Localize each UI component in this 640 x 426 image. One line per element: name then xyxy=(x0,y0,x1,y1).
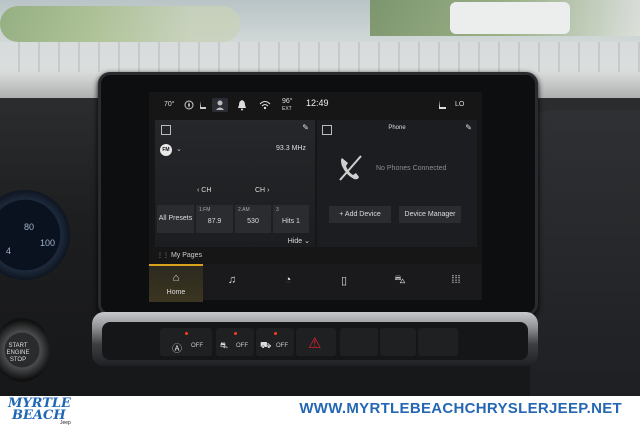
phone-title: Phone xyxy=(388,125,406,131)
preset-value: 87.9 xyxy=(207,218,222,225)
dealer-logo: MYRTLE BEACH Jeep xyxy=(6,396,74,426)
engine-start-label: START ENGINE STOP xyxy=(6,343,30,363)
preset-button[interactable]: 3 Hits 1 xyxy=(273,205,309,233)
seat-level: LO xyxy=(455,101,465,108)
home-icon: ⌂ xyxy=(172,272,180,284)
hazard-button[interactable]: ⚠ xyxy=(296,328,336,356)
chevron-right-icon: › xyxy=(267,187,270,194)
cluster-label: 4 xyxy=(6,246,12,256)
trees-background xyxy=(0,6,240,42)
channel-next-label: CH xyxy=(255,187,266,194)
traction-control-button[interactable]: ⛟ OFF xyxy=(256,328,294,356)
indicator-light xyxy=(234,332,237,335)
hide-button[interactable]: Hide ⌄ xyxy=(288,237,310,245)
button-state: OFF xyxy=(276,343,288,349)
pages-icon: ⋮⋮ xyxy=(157,253,169,259)
music-note-icon: ♫ xyxy=(227,274,237,286)
inside-temp-label: EXT xyxy=(282,106,292,112)
nav-vehicle[interactable]: ◔ xyxy=(261,264,315,300)
control-button[interactable] xyxy=(418,328,458,356)
add-device-button[interactable]: + Add Device xyxy=(329,206,391,223)
expand-icon[interactable] xyxy=(161,125,171,135)
button-state: OFF xyxy=(236,343,248,349)
hazard-icon: ⚠ xyxy=(308,335,322,352)
phone-widget[interactable]: Phone ✎ No Phones Connected + Add Device… xyxy=(317,120,477,247)
hill-descent-button[interactable]: ⛐ OFF xyxy=(216,328,254,356)
logo-brand: Jeep xyxy=(60,420,71,426)
preset-button[interactable]: 2.AM 530 xyxy=(235,205,271,233)
cluster-label: 80 xyxy=(24,222,35,232)
phone-disconnected-icon xyxy=(337,154,363,187)
control-button[interactable] xyxy=(380,328,416,356)
nav-controls[interactable]: ⛍ xyxy=(373,264,427,300)
gauge-icon: ◔ xyxy=(284,274,292,286)
control-button[interactable] xyxy=(340,328,378,356)
all-presets-button[interactable]: All Presets xyxy=(157,205,194,233)
status-bar: 70° 96° EXT 12:49 LO xyxy=(149,92,482,118)
hill-descent-icon: ⛐ xyxy=(220,340,228,350)
channel-prev-button[interactable]: ‹ CH xyxy=(197,187,211,194)
hide-label: Hide xyxy=(287,238,303,245)
nav-phone[interactable]: ▯ xyxy=(317,264,371,300)
dashboard-right-panel xyxy=(530,110,640,400)
cluster-label: 100 xyxy=(40,238,56,248)
clock: 12:49 xyxy=(306,98,329,108)
channel-prev-label: CH xyxy=(201,187,212,194)
infotainment-screen: 70° 96° EXT 12:49 LO ✎ FM ⌄ 93.3 MHz ‹ C… xyxy=(149,92,483,302)
seat-heat-icon xyxy=(197,99,209,111)
pencil-icon[interactable]: ✎ xyxy=(465,123,472,132)
nav-home[interactable]: ⌂ Home xyxy=(149,264,203,302)
nav-home-label: Home xyxy=(166,289,186,296)
seat-icon[interactable] xyxy=(436,99,448,111)
chevron-down-icon: ⌄ xyxy=(304,238,310,245)
my-pages-label: My Pages xyxy=(170,252,203,259)
driver-profile-icon[interactable] xyxy=(212,98,228,112)
bell-icon[interactable] xyxy=(236,99,248,111)
apps-grid-icon: ⁞⁞⁞ xyxy=(451,274,461,286)
fence-background xyxy=(0,42,640,72)
button-state: OFF xyxy=(191,343,203,349)
compass-icon xyxy=(183,99,195,111)
preset-button[interactable]: 1.FM 87.9 xyxy=(196,205,233,233)
my-pages-button[interactable]: ⋮⋮ My Pages xyxy=(157,252,202,259)
auto-stop-button[interactable]: Ⓐ OFF xyxy=(160,328,212,356)
device-manager-button[interactable]: Device Manager xyxy=(399,206,461,223)
nav-media[interactable]: ♫ xyxy=(205,264,259,300)
all-presets-label: All Presets xyxy=(158,215,193,222)
bottom-nav: ⌂ Home ♫ ◔ ▯ ⛍ ⁞⁞⁞ xyxy=(149,264,483,302)
radio-widget[interactable]: ✎ FM ⌄ 93.3 MHz ‹ CH CH › All Presets 1.… xyxy=(155,120,315,247)
dealer-url[interactable]: WWW.MYRTLEBEACHCHRYSLERJEEP.NET xyxy=(299,400,622,417)
car-icon: ⛍ xyxy=(394,274,406,286)
indicator-light xyxy=(274,332,277,335)
nav-apps[interactable]: ⁞⁞⁞ xyxy=(429,264,483,300)
outside-temp: 70° xyxy=(164,101,175,108)
wifi-icon[interactable] xyxy=(259,99,271,111)
pencil-icon[interactable]: ✎ xyxy=(302,123,309,132)
inside-temp: 96° xyxy=(282,98,293,105)
auto-icon: Ⓐ xyxy=(172,344,182,355)
parked-van xyxy=(450,2,570,34)
preset-value: 530 xyxy=(247,218,259,225)
channel-next-button[interactable]: CH › xyxy=(255,187,269,194)
traction-icon: ⛟ xyxy=(260,340,272,350)
phone-status: No Phones Connected xyxy=(376,165,447,172)
preset-number: 3 xyxy=(276,207,279,213)
preset-number: 2.AM xyxy=(238,207,250,213)
chevron-left-icon: ‹ xyxy=(197,187,200,194)
chevron-down-icon[interactable]: ⌄ xyxy=(176,145,182,153)
indicator-light xyxy=(185,332,188,335)
band-badge[interactable]: FM xyxy=(160,144,172,156)
preset-value: Hits 1 xyxy=(282,218,300,225)
preset-number: 1.FM xyxy=(199,207,211,213)
logo-text: BEACH xyxy=(12,408,66,423)
radio-frequency: 93.3 MHz xyxy=(276,145,306,152)
phone-icon: ▯ xyxy=(340,275,348,287)
